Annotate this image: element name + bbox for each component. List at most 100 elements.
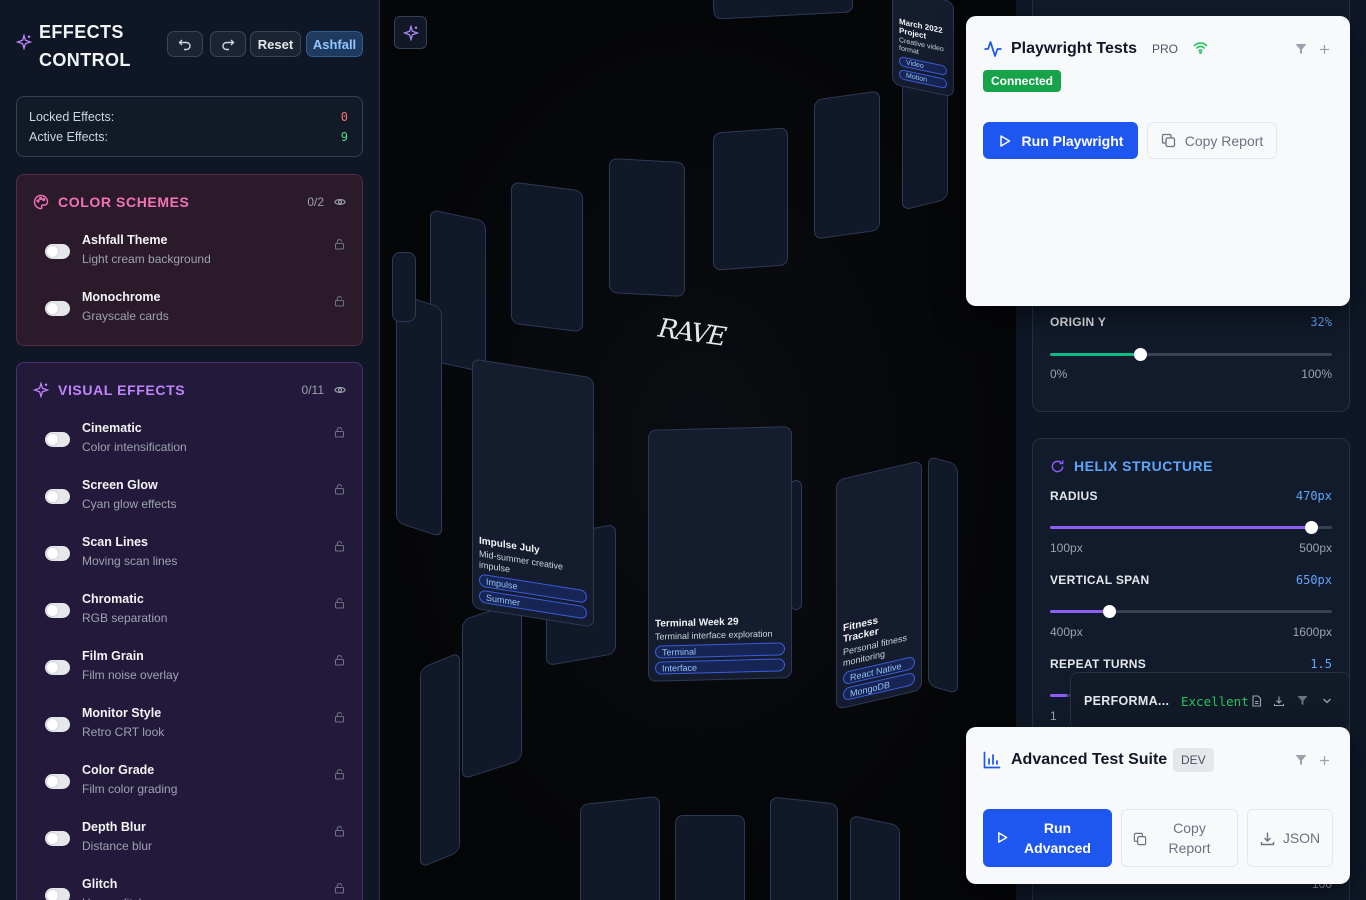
lock-icon[interactable] xyxy=(334,654,345,666)
origin-y-slider[interactable] xyxy=(1050,348,1332,361)
helix-card[interactable] xyxy=(420,651,460,869)
helix-card-march-2022-project[interactable]: March 2022 Project Creative video format… xyxy=(892,0,954,98)
effect-description: Film noise overlay xyxy=(82,668,179,682)
vertical-span-slider-thumb[interactable] xyxy=(1102,605,1116,618)
helix-card[interactable] xyxy=(396,292,442,538)
helix-card-fitness-tracker[interactable]: Fitness Tracker Personal fitness monitor… xyxy=(836,460,922,710)
vertical-span-slider[interactable] xyxy=(1050,605,1332,618)
advanced-title: Advanced Test Suite xyxy=(1011,751,1168,768)
repeat-turns-min: 1 xyxy=(1050,709,1057,723)
effect-toggle[interactable] xyxy=(45,660,70,675)
effect-toggle[interactable] xyxy=(45,888,70,900)
radius-slider[interactable] xyxy=(1050,521,1332,534)
effect-toggle[interactable] xyxy=(45,301,70,316)
helix-card[interactable] xyxy=(928,455,958,695)
effect-toggle[interactable] xyxy=(45,546,70,561)
json-export-button[interactable]: JSON xyxy=(1247,809,1333,867)
helix-card[interactable] xyxy=(392,252,416,322)
helix-card[interactable] xyxy=(609,158,685,297)
copy-icon xyxy=(1133,832,1147,846)
helix-structure-header[interactable]: HELIX STRUCTURE xyxy=(1050,458,1213,474)
document-icon[interactable] xyxy=(1251,695,1262,707)
lock-icon[interactable] xyxy=(334,711,345,723)
filter-icon[interactable] xyxy=(1297,695,1308,706)
reset-button[interactable]: Reset xyxy=(250,31,301,57)
lock-icon[interactable] xyxy=(334,540,345,552)
helix-card-impulse-july[interactable]: Impulse July Mid-summer creative impulse… xyxy=(472,358,594,628)
card-tag: Interface xyxy=(655,658,785,675)
helix-card[interactable] xyxy=(814,90,880,240)
lock-icon[interactable] xyxy=(334,295,345,307)
run-advanced-button[interactable]: Run Advanced xyxy=(983,809,1112,867)
helix-card[interactable] xyxy=(713,127,788,271)
lock-icon[interactable] xyxy=(334,768,345,780)
effect-toggle[interactable] xyxy=(45,244,70,259)
effect-toggle[interactable] xyxy=(45,489,70,504)
vertical-span-value: 650px xyxy=(1295,573,1332,587)
radius-slider-fill xyxy=(1050,526,1311,529)
redo-button[interactable] xyxy=(210,31,246,57)
effect-item-monochrome: Monochrome Grayscale cards xyxy=(45,290,345,330)
run-advanced-label: Run Advanced xyxy=(1024,820,1091,856)
visual-effects-header[interactable]: VISUAL EFFECTS 0/11 xyxy=(33,381,346,399)
effect-name: Color Grade xyxy=(82,763,155,777)
effect-description: Moving scan lines xyxy=(82,554,178,568)
lock-icon[interactable] xyxy=(334,426,345,438)
helix-card[interactable] xyxy=(675,815,745,900)
visual-effects-section: VISUAL EFFECTS 0/11 Cinematic Color inten… xyxy=(16,362,363,900)
locked-effects-value: 0 xyxy=(340,110,348,124)
advanced-copy-report-button[interactable]: Copy Report xyxy=(1121,809,1238,867)
filter-icon[interactable] xyxy=(1295,754,1307,766)
origin-y-min: 0% xyxy=(1050,367,1068,381)
effect-toggle[interactable] xyxy=(45,717,70,732)
helix-card[interactable] xyxy=(511,181,583,333)
effect-toggle[interactable] xyxy=(45,831,70,846)
effects-sidebar: EFFECTS CONTROL Reset Ashfall Locked Eff… xyxy=(0,0,380,900)
effect-name: Scan Lines xyxy=(82,535,148,549)
repeat-turns-label: REPEAT TURNS xyxy=(1050,657,1147,671)
lock-icon[interactable] xyxy=(334,597,345,609)
color-schemes-header[interactable]: COLOR SCHEMES 0/2 xyxy=(33,193,346,211)
helix-card[interactable] xyxy=(580,795,660,900)
effect-toggle[interactable] xyxy=(45,774,70,789)
effect-toggle[interactable] xyxy=(45,603,70,618)
copy-report-button[interactable]: Copy Report xyxy=(1147,122,1277,159)
eye-icon[interactable] xyxy=(334,384,346,396)
helix-card[interactable] xyxy=(850,814,900,900)
effects-toggle-button[interactable] xyxy=(394,16,427,49)
lock-icon[interactable] xyxy=(334,483,345,495)
origin-y-slider-thumb[interactable] xyxy=(1134,348,1148,361)
performance-widget[interactable]: PERFORMA... Excellent xyxy=(1070,672,1350,730)
effect-description: Color intensification xyxy=(82,440,187,454)
run-playwright-button[interactable]: Run Playwright xyxy=(983,122,1138,159)
ashfall-theme-button[interactable]: Ashfall xyxy=(306,31,363,57)
active-effects-value: 9 xyxy=(340,130,348,144)
effect-description: Light cream background xyxy=(82,252,211,266)
undo-button[interactable] xyxy=(167,31,203,57)
helix-card[interactable] xyxy=(462,600,522,780)
helix-scene[interactable]: RAVE Impulse July Mid-summer creative im… xyxy=(380,0,1016,900)
eye-icon[interactable] xyxy=(334,196,346,208)
bar-chart-icon xyxy=(983,751,1001,769)
helix-card[interactable] xyxy=(712,0,854,20)
filter-icon[interactable] xyxy=(1295,43,1307,55)
lock-icon[interactable] xyxy=(334,882,345,894)
wifi-icon xyxy=(1193,42,1208,54)
dev-badge: DEV xyxy=(1173,748,1214,772)
effect-name: Film Grain xyxy=(82,649,144,663)
helix-card[interactable] xyxy=(770,796,838,900)
plus-icon[interactable] xyxy=(1319,44,1330,55)
origin-y-max: 100% xyxy=(1301,367,1332,381)
download-icon xyxy=(1260,832,1275,845)
effect-name: Monitor Style xyxy=(82,706,162,720)
effect-toggle[interactable] xyxy=(45,432,70,447)
download-icon[interactable] xyxy=(1273,695,1285,707)
performance-label: PERFORMA... xyxy=(1084,694,1170,708)
lock-icon[interactable] xyxy=(334,238,345,250)
radius-slider-thumb[interactable] xyxy=(1304,521,1318,534)
helix-card-terminal-week-29[interactable]: Terminal Week 29 Terminal interface expl… xyxy=(648,426,792,682)
origin-y-label: ORIGIN Y xyxy=(1050,315,1107,329)
plus-icon[interactable] xyxy=(1319,755,1330,766)
lock-icon[interactable] xyxy=(334,825,345,837)
chevron-down-icon[interactable] xyxy=(1322,697,1332,705)
